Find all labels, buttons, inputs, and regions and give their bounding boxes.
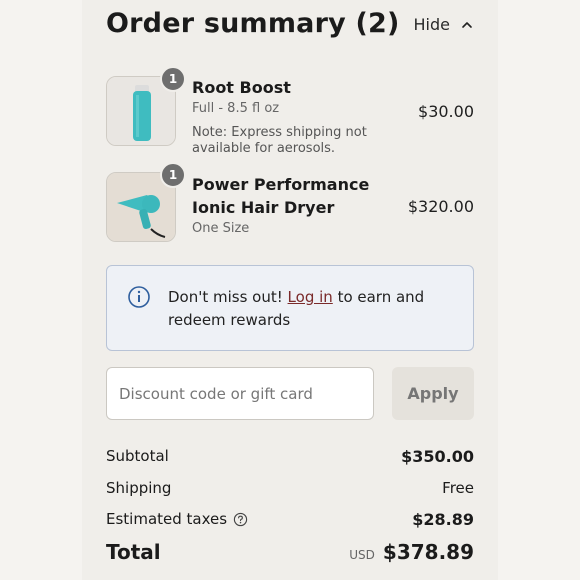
rewards-prefix: Don't miss out! bbox=[168, 288, 283, 306]
rewards-message: Don't miss out! Log in to earn and redee… bbox=[168, 286, 458, 332]
product-name-line2: Ionic Hair Dryer bbox=[192, 198, 335, 217]
rewards-info-box: Don't miss out! Log in to earn and redee… bbox=[106, 265, 474, 351]
left-margin bbox=[0, 0, 82, 580]
quantity-badge: 1 bbox=[160, 66, 186, 92]
currency-code: USD bbox=[349, 548, 375, 562]
total-label: Total bbox=[106, 540, 161, 564]
taxes-label: Estimated taxes bbox=[106, 510, 228, 528]
login-link[interactable]: Log in bbox=[288, 288, 333, 306]
quantity-badge: 1 bbox=[160, 162, 186, 188]
chevron-up-icon bbox=[462, 21, 472, 28]
line-item: 1 Root Boost Full - 8.5 fl oz Note: Expr… bbox=[106, 66, 474, 156]
product-name-line1: Power Performance bbox=[192, 175, 370, 194]
product-price: $30.00 bbox=[418, 102, 474, 121]
subtotal-label: Subtotal bbox=[106, 447, 169, 465]
discount-field[interactable] bbox=[106, 367, 374, 420]
product-variant: Full - 8.5 fl oz bbox=[192, 101, 280, 116]
taxes-value: $28.89 bbox=[412, 510, 474, 529]
page-title: Order summary (2) bbox=[106, 8, 400, 39]
product-note: Note: Express shipping not available for… bbox=[192, 125, 367, 156]
discount-input[interactable] bbox=[107, 368, 371, 419]
subtotal-value: $350.00 bbox=[401, 447, 474, 466]
product-name: Root Boost bbox=[192, 78, 291, 97]
order-summary-panel: Order summary (2) Hide 1 Root Boost Full… bbox=[82, 0, 498, 580]
shipping-value: Free bbox=[442, 479, 474, 497]
shipping-label: Shipping bbox=[106, 479, 172, 497]
product-price: $320.00 bbox=[407, 197, 474, 216]
total-value: $378.89 bbox=[382, 540, 474, 564]
right-margin bbox=[498, 0, 580, 580]
taxes-label-group: Estimated taxes bbox=[106, 510, 248, 528]
total-amount-group: USD $378.89 bbox=[349, 540, 474, 564]
hide-toggle-button[interactable]: Hide bbox=[414, 15, 474, 34]
order-summary-header: Order summary (2) Hide bbox=[106, 6, 474, 46]
hide-label: Hide bbox=[413, 15, 450, 34]
apply-button[interactable]: Apply bbox=[392, 367, 474, 420]
info-circle-icon bbox=[128, 286, 150, 308]
product-variant: One Size bbox=[192, 221, 250, 236]
line-item: 1 Power Performance Ionic Hair Dryer One… bbox=[106, 162, 474, 242]
question-circle-icon[interactable] bbox=[233, 512, 248, 527]
